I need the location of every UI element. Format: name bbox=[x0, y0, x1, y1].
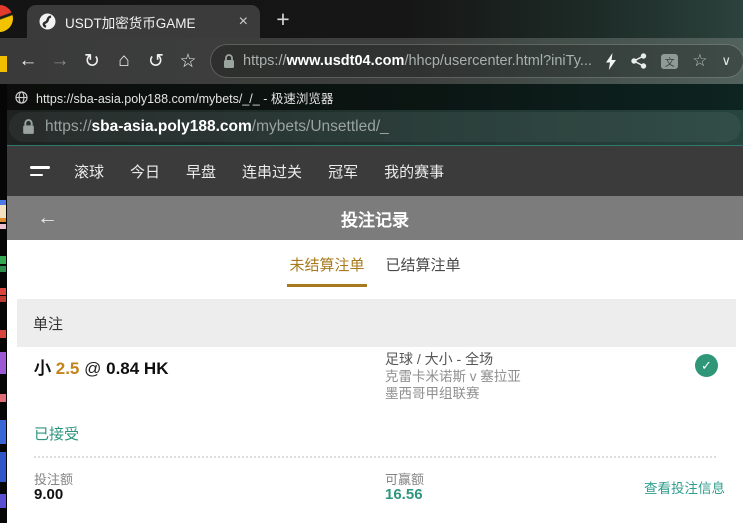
popup-url-scheme: https:// bbox=[45, 118, 92, 135]
bet-selection-line: 小 2.5 @ 0.84 HK bbox=[34, 354, 168, 379]
bet-match-info: 足球 / 大小 - 全场 克雷卡米诺斯 v 塞拉亚 墨西哥甲组联赛 bbox=[385, 351, 521, 402]
nav-item-early[interactable]: 早盘 bbox=[186, 161, 216, 182]
section-header-single: 单注 bbox=[17, 299, 736, 347]
win-value: 16.56 bbox=[385, 486, 423, 503]
address-url: https://www.usdt04.com/hhcp/usercenter.h… bbox=[243, 53, 591, 69]
address-bar[interactable]: https://www.usdt04.com/hhcp/usercenter.h… bbox=[210, 44, 743, 78]
nav-item-today[interactable]: 今日 bbox=[130, 161, 160, 182]
popup-url: https://sba-asia.poly188.com/mybets/Unse… bbox=[45, 118, 389, 136]
lightning-icon[interactable] bbox=[605, 53, 617, 70]
stake-value: 9.00 bbox=[34, 486, 63, 503]
home-icon[interactable]: ⌂ bbox=[108, 50, 140, 72]
share-icon[interactable] bbox=[631, 53, 647, 69]
globe-icon bbox=[15, 91, 28, 104]
nav-item-inplay[interactable]: 滚球 bbox=[74, 161, 104, 182]
browser-tab-bar: USDT加密货币GAME × + bbox=[0, 0, 743, 38]
new-tab-button[interactable]: + bbox=[268, 4, 298, 34]
chevron-down-icon[interactable]: ∨ bbox=[721, 53, 731, 69]
lock-icon bbox=[22, 119, 35, 135]
screen: USDT加密货币GAME × + ← → ↻ ⌂ ↺ ☆ https://www… bbox=[0, 0, 743, 523]
browser-tab[interactable]: USDT加密货币GAME × bbox=[27, 5, 260, 38]
tab-close-icon[interactable]: × bbox=[239, 14, 248, 30]
browser-toolbar: ← → ↻ ⌂ ↺ ☆ https://www.usdt04.com/hhcp/… bbox=[0, 38, 743, 84]
section-title: 单注 bbox=[33, 313, 63, 334]
popup-url-path: /mybets/Unsettled/_ bbox=[252, 118, 389, 135]
bookmark-star-icon[interactable]: ☆ bbox=[172, 50, 204, 73]
bet-market: 足球 / 大小 - 全场 bbox=[385, 351, 521, 368]
back-icon[interactable]: ← bbox=[12, 50, 44, 72]
view-bet-detail-link[interactable]: 查看投注信息 bbox=[644, 477, 725, 497]
nav-item-my-matches[interactable]: 我的赛事 bbox=[384, 161, 444, 182]
popup-address-pill[interactable]: https://sba-asia.poly188.com/mybets/Unse… bbox=[9, 112, 741, 142]
bet-handicap: 2.5 bbox=[56, 359, 80, 378]
globe-favicon-icon bbox=[39, 13, 56, 30]
bet-status: 已接受 bbox=[34, 423, 79, 444]
url-path: /hhcp/usercenter.html?iniTy... bbox=[404, 53, 591, 69]
tab-settled[interactable]: 已结算注单 bbox=[384, 246, 463, 287]
tab-title: USDT加密货币GAME bbox=[65, 12, 239, 32]
url-domain: www.usdt04.com bbox=[287, 53, 405, 69]
bet-selection: 小 bbox=[34, 359, 51, 378]
favorite-star-icon[interactable]: ☆ bbox=[692, 51, 707, 71]
bet-league: 墨西哥甲组联赛 bbox=[385, 385, 521, 402]
bet-at-symbol: @ bbox=[84, 359, 101, 378]
forward-icon[interactable]: → bbox=[44, 50, 76, 72]
bets-content: 未结算注单 已结算注单 单注 小 2.5 @ 0.84 HK 足球 / 大小 -… bbox=[7, 240, 743, 523]
menu-icon[interactable] bbox=[30, 166, 50, 176]
background-window-edge bbox=[0, 84, 7, 523]
bet-odds: 0.84 HK bbox=[106, 359, 168, 378]
url-scheme: https:// bbox=[243, 53, 287, 69]
bet-match: 克雷卡米诺斯 v 塞拉亚 bbox=[385, 368, 521, 385]
popup-title-bar: https://sba-asia.poly188.com/mybets/_/_ … bbox=[7, 84, 743, 110]
dotted-divider bbox=[34, 456, 716, 458]
site-nav-bar: 滚球 今日 早盘 连串过关 冠军 我的赛事 bbox=[7, 146, 743, 196]
background-logo-fragment bbox=[0, 56, 7, 72]
bet-tabs: 未结算注单 已结算注单 bbox=[7, 240, 743, 292]
popup-address-bar[interactable]: https://sba-asia.poly188.com/mybets/Unse… bbox=[7, 110, 743, 146]
undo-icon[interactable]: ↺ bbox=[140, 50, 172, 73]
page-header: ← 投注记录 bbox=[7, 196, 743, 240]
nav-item-parlay[interactable]: 连串过关 bbox=[242, 161, 302, 182]
lock-icon bbox=[223, 54, 235, 69]
nav-item-outright[interactable]: 冠军 bbox=[328, 161, 358, 182]
popup-window-title: https://sba-asia.poly188.com/mybets/_/_ … bbox=[36, 88, 333, 107]
tab-unsettled[interactable]: 未结算注单 bbox=[287, 246, 366, 287]
popup-url-domain: sba-asia.poly188.com bbox=[92, 118, 252, 135]
page-title: 投注记录 bbox=[7, 196, 743, 240]
translate-icon[interactable]: 文 bbox=[661, 54, 678, 69]
accepted-check-icon: ✓ bbox=[695, 354, 718, 377]
refresh-icon[interactable]: ↻ bbox=[76, 50, 108, 73]
